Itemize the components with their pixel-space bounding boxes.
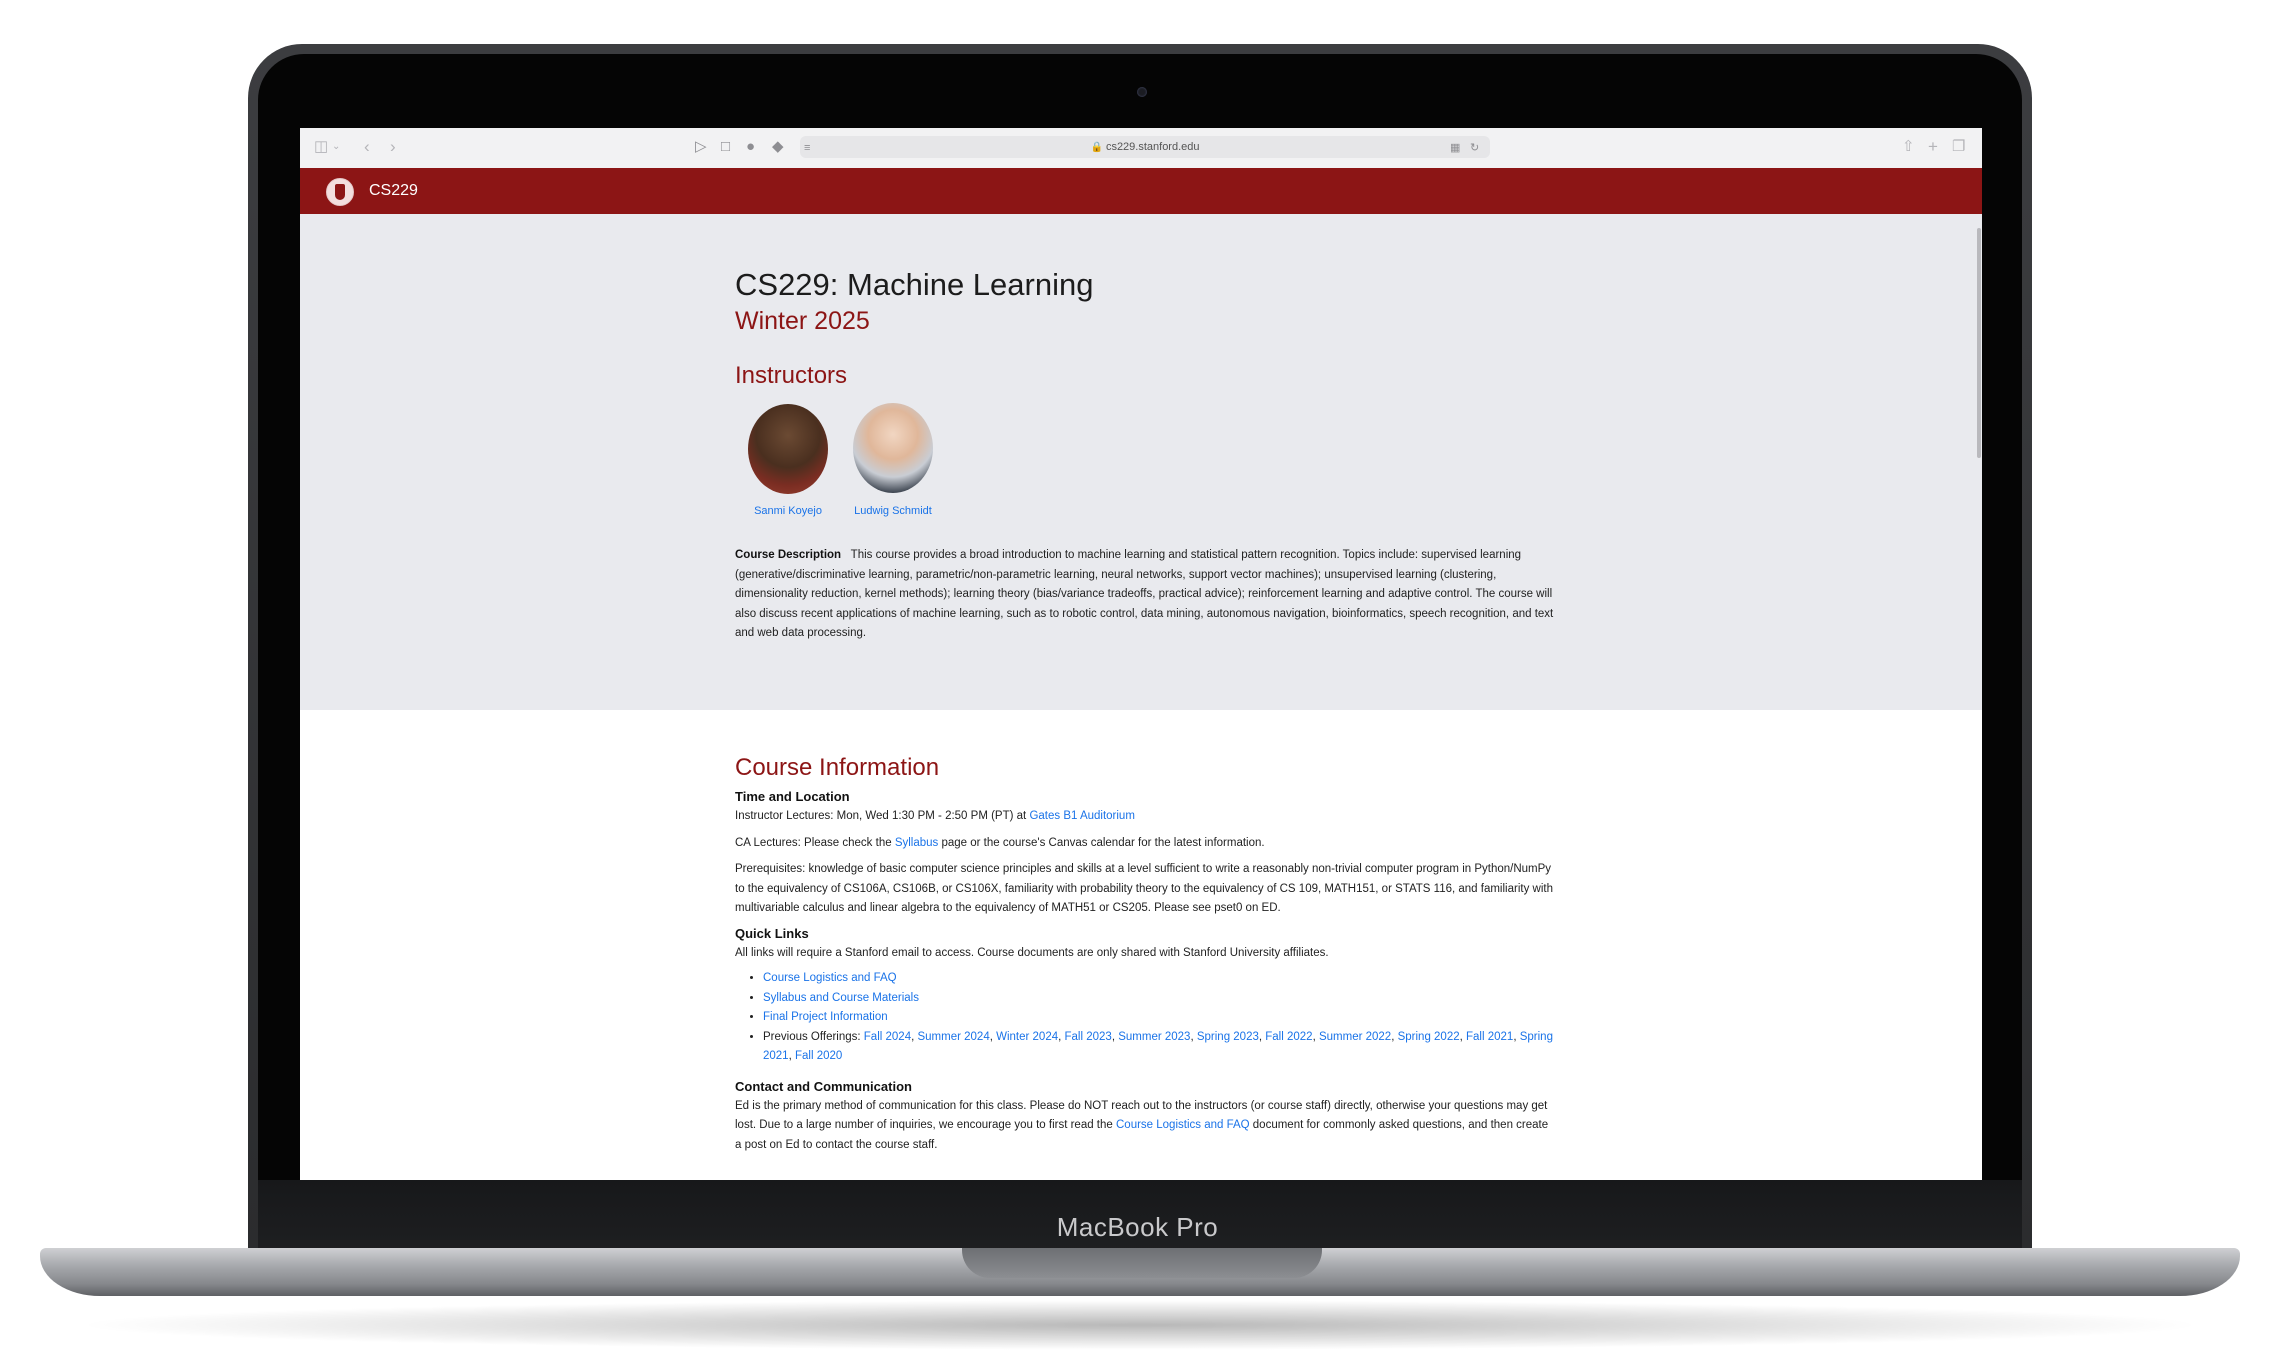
url-text: cs229.stanford.edu [1105, 141, 1200, 153]
offering-link[interactable]: Spring 2023 [1197, 1031, 1259, 1043]
syllabus-materials-link[interactable]: Syllabus and Course Materials [763, 992, 919, 1004]
avatar-instructor-1[interactable] [748, 404, 828, 494]
share-icon[interactable]: ⇧ [1902, 138, 1915, 156]
final-project-link[interactable]: Final Project Information [763, 1011, 888, 1023]
address-bar[interactable]: ≡ 🔒 cs229.stanford.edu ▦ ↻ [800, 136, 1490, 158]
laptop-model-label: MacBook Pro [1056, 1212, 1219, 1242]
offering-link[interactable]: Fall 2020 [795, 1050, 842, 1062]
quick-links-note: All links will require a Stanford email … [735, 946, 1329, 959]
back-icon[interactable]: ‹ [364, 138, 370, 156]
lock-icon: 🔒 [1090, 142, 1103, 153]
course-information-heading: Course Information [735, 754, 940, 781]
sidebar-toggle-icon[interactable]: ◫ [314, 138, 328, 156]
navbar-title[interactable]: CS229 [369, 180, 418, 202]
offering-link[interactable]: Fall 2022 [1265, 1031, 1312, 1043]
url-display[interactable]: 🔒 cs229.stanford.edu [800, 136, 1490, 158]
forward-icon[interactable]: › [390, 138, 396, 156]
list-item: Syllabus and Course Materials [763, 989, 1555, 1009]
course-title: CS229: Machine Learning [735, 267, 1094, 302]
camera-icon [1137, 87, 1147, 97]
translate-icon[interactable]: ▦ [1450, 139, 1460, 157]
instructors-heading: Instructors [735, 362, 848, 389]
offering-link[interactable]: Summer 2022 [1319, 1031, 1391, 1043]
extension-icon[interactable]: ● [746, 138, 755, 156]
contact-faq-link[interactable]: Course Logistics and FAQ [1116, 1119, 1250, 1131]
new-tab-icon[interactable]: + [1928, 138, 1938, 156]
instructor-name-2[interactable]: Ludwig Schmidt [833, 505, 953, 517]
offering-link[interactable]: Spring 2022 [1398, 1031, 1460, 1043]
course-information-section: Course Information Time and Location Ins… [735, 753, 1555, 1155]
stanford-logo-icon[interactable] [326, 178, 354, 206]
reload-icon[interactable]: ↻ [1470, 139, 1479, 157]
offering-link[interactable]: Fall 2023 [1065, 1031, 1112, 1043]
time-location-heading: Time and Location [735, 789, 850, 804]
list-item: Course Logistics and FAQ [763, 969, 1555, 989]
course-description: Course Description This course provides … [735, 546, 1555, 644]
site-navbar: CS229 [300, 168, 1982, 214]
quick-links-heading: Quick Links [735, 925, 809, 941]
description-text: This course provides a broad introductio… [735, 549, 1554, 639]
offering-link[interactable]: Summer 2023 [1118, 1031, 1190, 1043]
offering-link[interactable]: Summer 2024 [917, 1031, 989, 1043]
list-item: Final Project Information [763, 1008, 1555, 1028]
shield-icon[interactable]: ◆ [772, 138, 784, 156]
lectures-line: Instructor Lectures: Mon, Wed 1:30 PM - … [735, 810, 1135, 822]
chevron-down-icon[interactable]: ⌄ [332, 138, 340, 156]
tab-overview-icon[interactable]: ❐ [1952, 138, 1965, 156]
page-icon[interactable]: □ [721, 138, 730, 156]
prerequisites-text: Prerequisites: knowledge of basic comput… [735, 863, 1553, 914]
avatar-instructor-2[interactable] [853, 403, 933, 493]
offering-link[interactable]: Winter 2024 [996, 1031, 1058, 1043]
gates-auditorium-link[interactable]: Gates B1 Auditorium [1029, 810, 1134, 822]
course-term: Winter 2025 [735, 307, 870, 335]
course-logistics-link[interactable]: Course Logistics and FAQ [763, 972, 897, 984]
previous-offerings-item: Previous Offerings: Fall 2024, Summer 20… [763, 1028, 1555, 1067]
offering-link[interactable]: Fall 2021 [1466, 1031, 1513, 1043]
contact-text: Ed is the primary method of communicatio… [735, 1099, 1549, 1151]
scrollbar-thumb[interactable] [1977, 228, 1981, 458]
description-label: Course Description [735, 549, 842, 561]
laptop-notch [962, 1248, 1322, 1278]
reader-icon[interactable]: ▷ [695, 138, 707, 156]
contact-heading: Contact and Communication [735, 1078, 912, 1094]
browser-screen: ◫ ⌄ ‹ › ▷ □ ● ◆ ≡ 🔒 cs229.stanford.edu ▦ … [300, 128, 1982, 1180]
quick-links-list: Course Logistics and FAQ Syllabus and Co… [735, 969, 1555, 1067]
syllabus-link[interactable]: Syllabus [895, 837, 938, 849]
laptop-shadow [70, 1300, 2210, 1350]
instructor-name-1[interactable]: Sanmi Koyejo [728, 505, 848, 517]
browser-toolbar: ◫ ⌄ ‹ › ▷ □ ● ◆ ≡ 🔒 cs229.stanford.edu ▦ … [300, 128, 1982, 169]
offering-link[interactable]: Fall 2024 [864, 1031, 911, 1043]
ca-lectures-line: CA Lectures: Please check the Syllabus p… [735, 836, 1265, 849]
